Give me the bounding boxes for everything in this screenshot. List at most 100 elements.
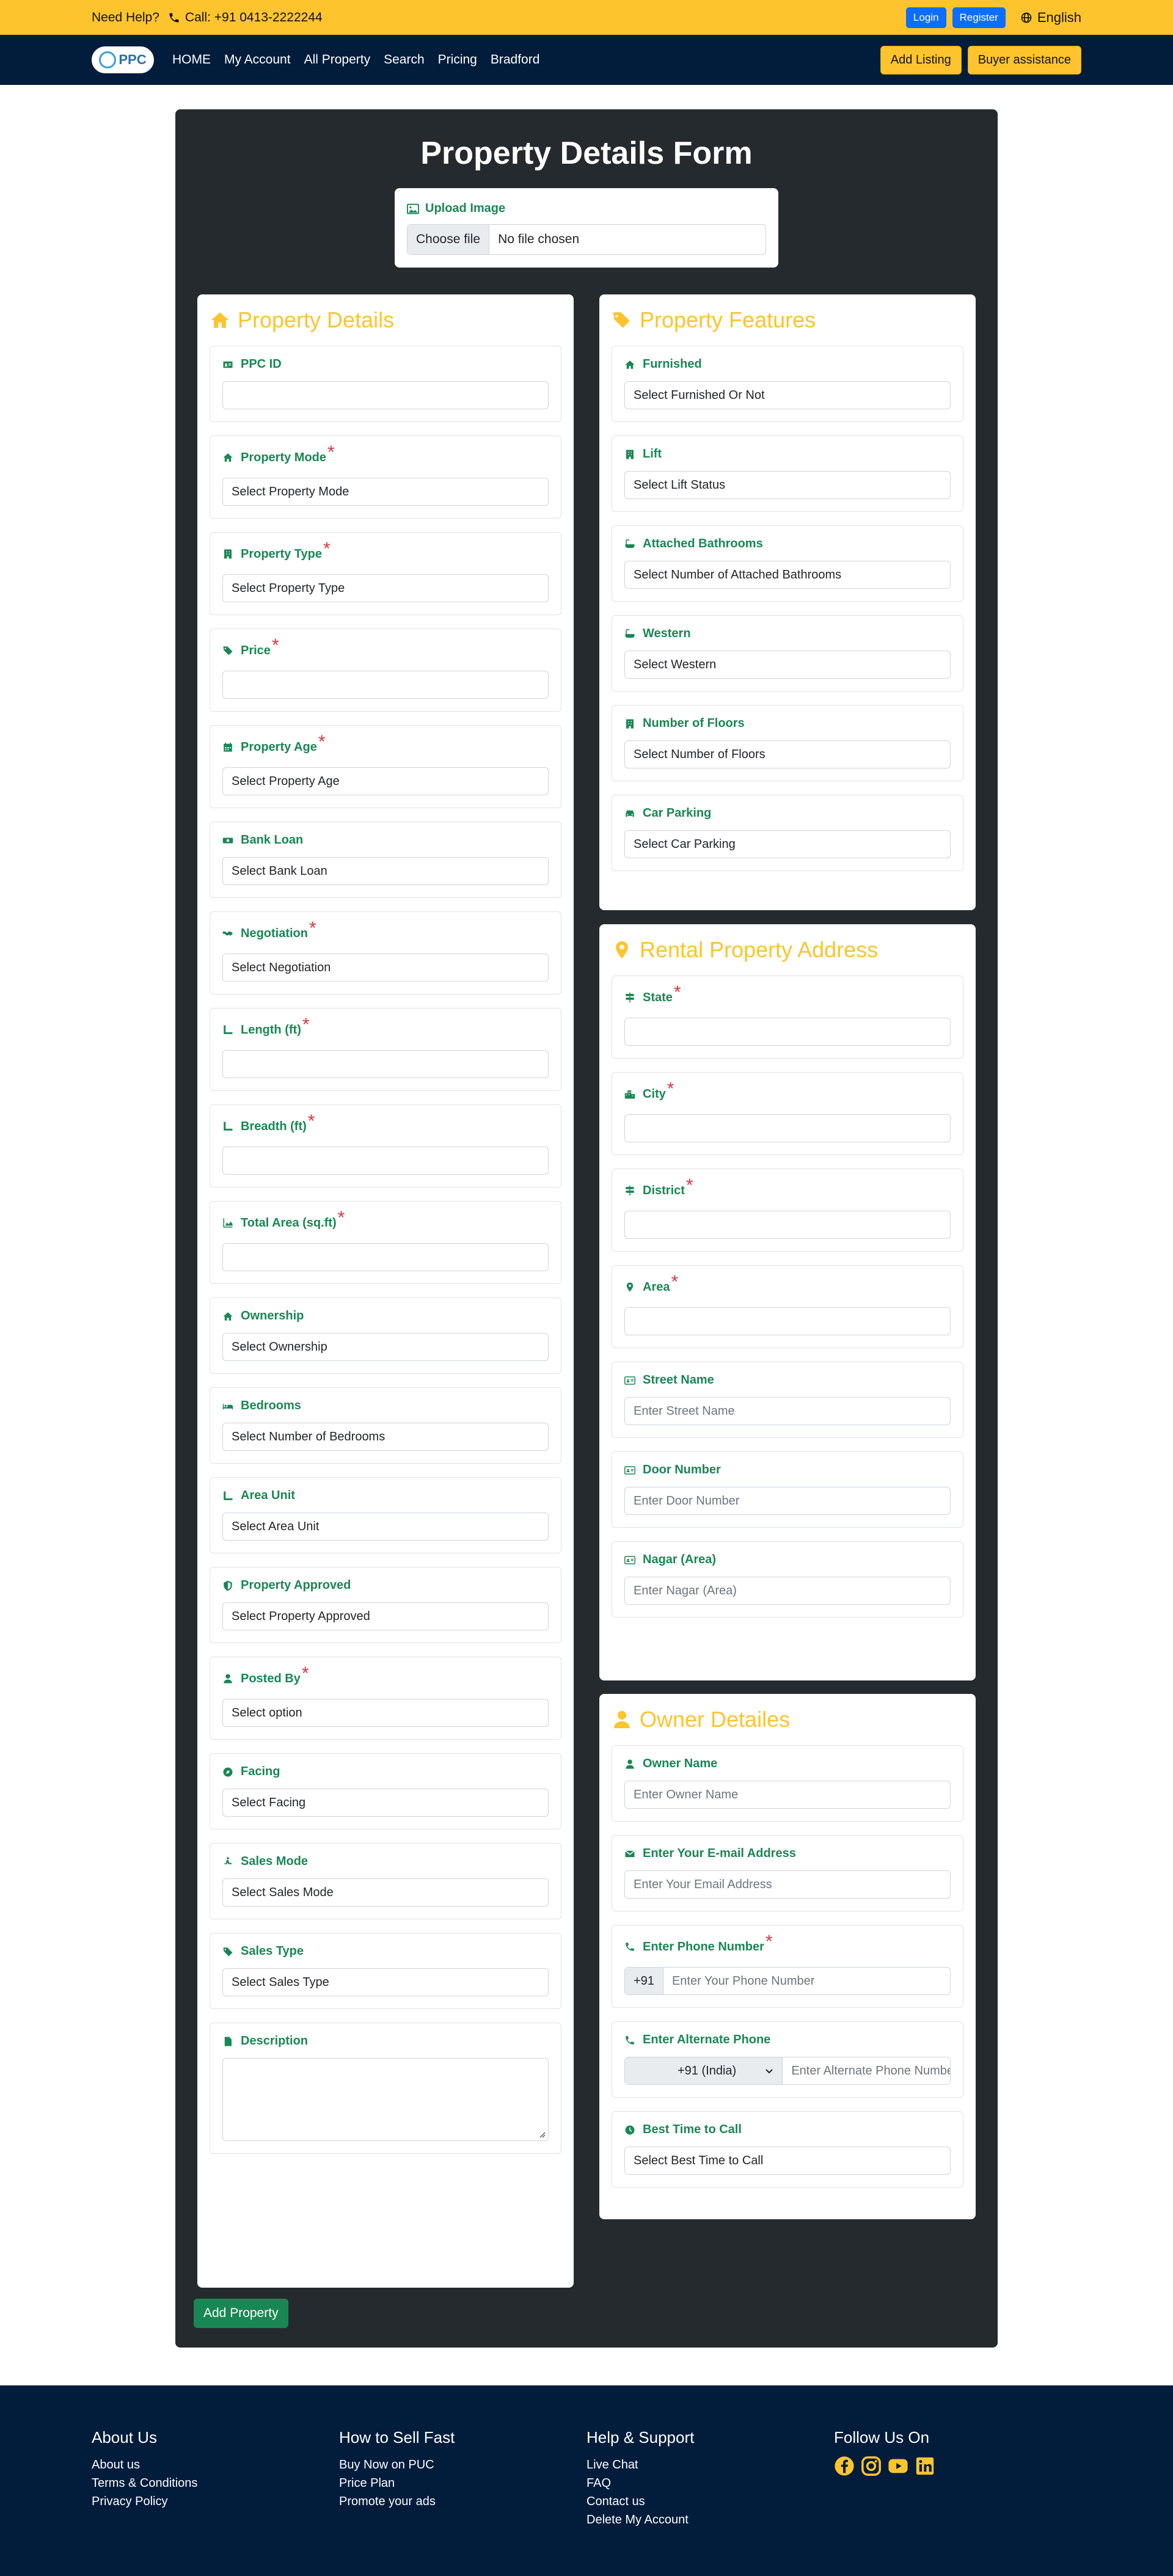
footer-link[interactable]: Buy Now on PUC — [339, 2456, 586, 2474]
required-star: * — [307, 1111, 315, 1131]
text-input[interactable] — [624, 1307, 951, 1335]
file-input[interactable]: Choose file No file chosen — [407, 224, 766, 255]
text-input[interactable] — [222, 1243, 549, 1271]
select-dropdown[interactable]: Select Furnished Or Not — [624, 381, 951, 409]
youtube-icon[interactable] — [888, 2456, 908, 2476]
select-dropdown[interactable]: Select Sales Mode — [222, 1878, 549, 1906]
owner-name-field: Owner Name Enter Owner Name — [612, 1745, 963, 1822]
select-dropdown[interactable]: Select Property Age — [222, 767, 549, 795]
social-links — [834, 2456, 1081, 2476]
select-dropdown[interactable]: Select Property Type — [222, 574, 549, 602]
footer-link[interactable]: Delete My Account — [586, 2511, 834, 2529]
select-dropdown[interactable]: Select option — [222, 1699, 549, 1727]
select-dropdown[interactable]: Select Number of Bedrooms — [222, 1423, 549, 1451]
select-dropdown[interactable]: Select Number of Attached Bathrooms — [624, 561, 951, 589]
select-dropdown[interactable]: Select Negotiation — [222, 954, 549, 982]
id-card-icon — [223, 361, 233, 368]
footer-link[interactable]: Contact us — [586, 2492, 834, 2511]
footer-link[interactable]: FAQ — [586, 2474, 834, 2492]
best-time-select[interactable]: Select Best Time to Call — [624, 2147, 951, 2175]
owner-name-input[interactable]: Enter Owner Name — [624, 1781, 951, 1809]
site-logo[interactable]: PPC — [92, 46, 154, 73]
description-textarea[interactable] — [222, 2058, 549, 2141]
login-button[interactable]: Login — [905, 7, 946, 28]
select-dropdown[interactable]: Select Bank Loan — [222, 857, 549, 885]
footer-link[interactable]: Price Plan — [339, 2474, 586, 2492]
footer-link[interactable]: Terms & Conditions — [92, 2474, 339, 2492]
person-icon — [224, 1856, 232, 1864]
footer-link[interactable]: Privacy Policy — [92, 2492, 339, 2511]
property-features-card: Property Features Furnished Select Furnis… — [599, 294, 976, 910]
property-details-title: Property Details — [238, 307, 395, 332]
text-input[interactable]: Enter Door Number — [624, 1487, 951, 1515]
text-input[interactable] — [222, 1147, 549, 1175]
required-star: * — [765, 1932, 773, 1952]
owner-details-heading: Owner Detailes — [612, 1694, 963, 1745]
required-star: * — [309, 918, 316, 938]
envelope-icon — [625, 1850, 635, 1857]
city-field: City * — [612, 1072, 963, 1155]
field-label: Furnished — [643, 357, 702, 371]
field-label: Door Number — [643, 1463, 721, 1476]
field-label: Lift — [643, 447, 662, 461]
select-dropdown[interactable]: Select Car Parking — [624, 830, 951, 858]
footer-link[interactable]: About us — [92, 2456, 339, 2474]
text-input[interactable] — [624, 1018, 951, 1046]
facebook-icon[interactable] — [834, 2456, 855, 2476]
text-input[interactable] — [624, 1211, 951, 1239]
property-details-heading: Property Details — [210, 294, 561, 346]
add-property-button[interactable]: Add Property — [194, 2299, 288, 2328]
select-dropdown[interactable]: Select Sales Type — [222, 1968, 549, 1996]
footer-link[interactable]: Promote your ads — [339, 2492, 586, 2511]
footer-sell: How to Sell Fast Buy Now on PUC Price Pl… — [339, 2428, 586, 2576]
nav-link-bradford[interactable]: Bradford — [491, 53, 540, 67]
choose-file-button[interactable]: Choose file — [407, 225, 490, 254]
select-dropdown[interactable]: Select Lift Status — [624, 471, 951, 499]
nav-link-pricing[interactable]: Pricing — [438, 53, 477, 67]
breadth-ft-field: Breadth (ft) * — [210, 1104, 561, 1188]
state-field: State * — [612, 976, 963, 1059]
nav-link-all-property[interactable]: All Property — [304, 53, 371, 67]
field-label: Car Parking — [643, 806, 712, 820]
document-icon — [224, 2037, 232, 2046]
footer-follow-title: Follow Us On — [834, 2428, 930, 2446]
property-form: Property Details Form Upload Image Choos… — [175, 109, 998, 2348]
select-dropdown[interactable]: Select Ownership — [222, 1333, 549, 1361]
home-icon — [223, 1312, 233, 1321]
resize-handle-icon[interactable] — [538, 2131, 546, 2138]
phone-contact[interactable]: Call: +91 0413-2222244 — [168, 10, 323, 25]
phone-input[interactable]: Enter Your Phone Number — [663, 1974, 815, 1988]
instagram-icon[interactable] — [861, 2456, 882, 2476]
linkedin-icon[interactable] — [915, 2456, 935, 2476]
select-dropdown[interactable]: Select Western — [624, 651, 951, 679]
select-dropdown[interactable]: Select Property Mode — [222, 478, 549, 506]
buyer-assistance-button[interactable]: Buyer assistance — [967, 45, 1081, 75]
bath-icon — [625, 629, 635, 638]
text-input[interactable] — [222, 671, 549, 699]
home-icon — [211, 312, 229, 328]
register-button[interactable]: Register — [952, 7, 1006, 28]
footer-link[interactable]: Live Chat — [586, 2456, 834, 2474]
nav-link-my-account[interactable]: My Account — [224, 53, 291, 67]
text-input[interactable] — [222, 1050, 549, 1078]
field-label: Sales Type — [241, 1944, 304, 1958]
add-listing-button[interactable]: Add Listing — [880, 45, 962, 75]
alt-phone-country-select[interactable]: +91 (India) — [625, 2057, 783, 2084]
alt-phone-label: Enter Alternate Phone — [643, 2033, 771, 2046]
text-input[interactable]: Enter Nagar (Area) — [624, 1577, 951, 1605]
language-selector[interactable]: English — [1020, 10, 1081, 26]
select-dropdown[interactable]: Select Property Approved — [222, 1602, 549, 1630]
alt-phone-input[interactable]: Enter Alternate Phone Number — [783, 2064, 950, 2078]
select-dropdown[interactable]: Select Facing — [222, 1789, 549, 1817]
text-input[interactable]: Enter Street Name — [624, 1397, 951, 1425]
building-icon — [626, 719, 634, 728]
select-dropdown[interactable]: Select Area Unit — [222, 1512, 549, 1541]
select-dropdown[interactable]: Select Number of Floors — [624, 740, 951, 768]
email-input[interactable]: Enter Your Email Address — [624, 1870, 951, 1899]
nav-link-search[interactable]: Search — [384, 53, 425, 67]
rental-address-card: Rental Property Address State * City * Distr… — [599, 924, 976, 1680]
nav-link-home[interactable]: HOME — [172, 53, 211, 67]
text-input[interactable] — [624, 1114, 951, 1142]
facing-field: Facing Select Facing — [210, 1753, 561, 1830]
text-input[interactable] — [222, 381, 549, 409]
